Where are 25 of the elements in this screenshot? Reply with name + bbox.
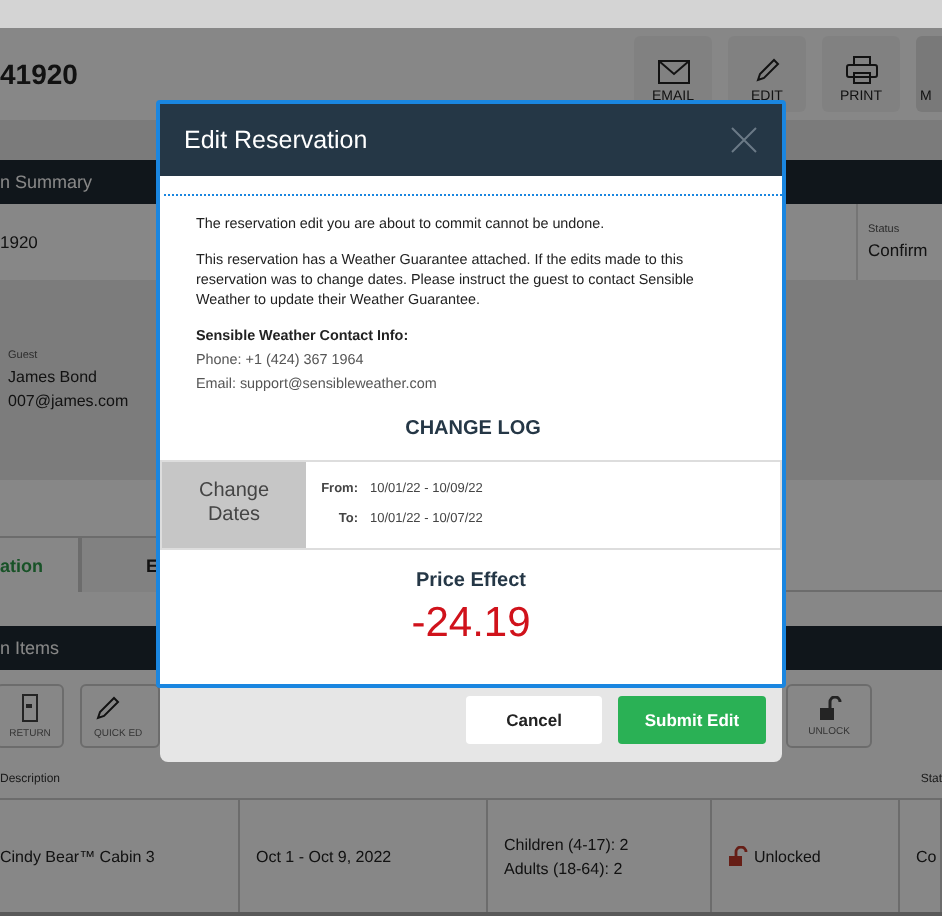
status-value: Confirm: [868, 240, 930, 260]
table-cell: Oct 1 - Oct 9, 2022: [240, 800, 488, 912]
pencil-icon: [94, 693, 122, 721]
price-effect-label: Price Effect: [413, 569, 529, 592]
table-cell: Cindy Bear™ Cabin 3: [0, 800, 240, 912]
printer-icon: [845, 56, 877, 84]
close-icon[interactable]: [730, 126, 758, 154]
reservation-value: 1920: [0, 232, 38, 252]
tab[interactable]: ation: [0, 536, 80, 592]
pencil-icon: [753, 56, 781, 84]
table-cell: Co: [900, 800, 942, 912]
cancel-button[interactable]: Cancel: [466, 696, 602, 745]
submit-button[interactable]: Submit Edit: [618, 696, 766, 745]
envelope-icon: [657, 60, 689, 84]
guest-name: James Bond: [8, 368, 97, 386]
change-log-title: CHANGE LOG: [403, 415, 543, 444]
dialog-title: Edit Reservation: [184, 126, 368, 154]
lock-status: Unlocked: [754, 847, 821, 865]
guest-count: Children (4-17): 2: [504, 835, 629, 853]
guest-email: 007@james.com: [8, 392, 129, 410]
unlocked-padlock-icon: [817, 695, 841, 719]
reservation-number: 41920: [0, 58, 78, 90]
door-icon: [22, 693, 38, 721]
change-type: Change Dates: [162, 461, 306, 548]
guest-count: Adults (18-64): 2: [504, 859, 623, 877]
